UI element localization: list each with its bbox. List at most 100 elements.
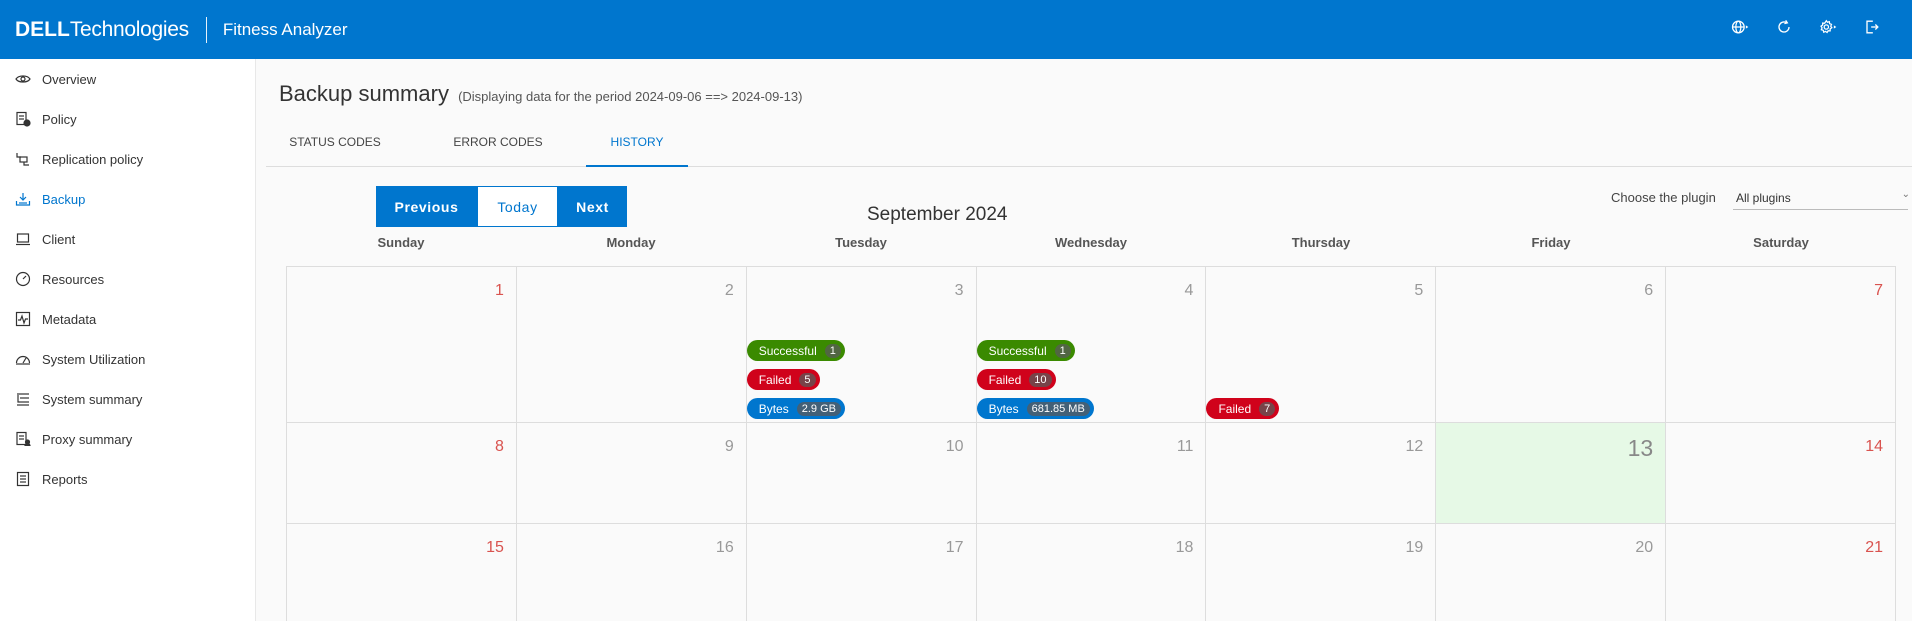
- refresh-icon: [1774, 17, 1794, 42]
- sidebar-item-reports[interactable]: Reports: [0, 459, 255, 499]
- day-number: 16: [715, 539, 734, 556]
- logo-brand: DELL: [15, 17, 70, 41]
- calendar-day[interactable]: 3 Successful 1 Failed 5 Bytes 2.9 GB: [746, 267, 977, 423]
- sidebar: Overview Policy Replication policy Backu…: [0, 59, 256, 621]
- chevron-down-icon: ⌄: [1901, 189, 1910, 200]
- bytes-badge[interactable]: Bytes 681.85 MB: [976, 398, 1094, 419]
- tab-status-codes[interactable]: STATUS CODES: [280, 125, 390, 167]
- calendar-day[interactable]: 1: [287, 267, 517, 423]
- calendar-day[interactable]: 19: [1206, 524, 1437, 621]
- badge-count: 1: [824, 343, 841, 358]
- calendar-week: 15 16 17 18 19 20 21: [287, 524, 1897, 621]
- calendar-day[interactable]: 12: [1206, 423, 1437, 524]
- globe-icon: [1730, 17, 1750, 42]
- calendar-day[interactable]: 14: [1666, 423, 1897, 524]
- eye-icon: [15, 71, 31, 87]
- day-number: 11: [1176, 438, 1194, 455]
- day-number: 7: [1874, 282, 1884, 299]
- calendar-day[interactable]: 20: [1436, 524, 1667, 621]
- sidebar-item-overview[interactable]: Overview: [0, 59, 255, 99]
- day-number: 1: [494, 282, 504, 299]
- sidebar-item-label: Resources: [42, 271, 105, 287]
- sidebar-item-proxy-summary[interactable]: Proxy summary: [0, 419, 255, 459]
- sidebar-item-label: System summary: [42, 391, 143, 407]
- calendar-day-today[interactable]: 13: [1436, 423, 1667, 524]
- day-number: 20: [1635, 539, 1654, 556]
- tab-bar: STATUS CODES ERROR CODES HISTORY: [266, 125, 1912, 167]
- day-number: 13: [1627, 435, 1654, 461]
- successful-badge[interactable]: Successful 1: [746, 340, 845, 361]
- page-title: Backup summary (Displaying data for the …: [279, 81, 802, 107]
- plugin-select-label: Choose the plugin: [1611, 190, 1716, 205]
- day-number: 21: [1865, 539, 1884, 556]
- settings-menu-button[interactable]: [1806, 0, 1850, 59]
- next-button[interactable]: Next: [558, 186, 627, 227]
- logout-button[interactable]: [1850, 0, 1894, 59]
- sidebar-item-policy[interactable]: Policy: [0, 99, 255, 139]
- badge-label: Bytes: [988, 401, 1019, 416]
- weekday-header-row: Sunday Monday Tuesday Wednesday Thursday…: [286, 235, 1896, 259]
- list-tree-icon: [15, 391, 31, 407]
- bytes-badge[interactable]: Bytes 2.9 GB: [746, 398, 845, 419]
- tab-error-codes[interactable]: ERROR CODES: [446, 125, 550, 167]
- weekday-header: Tuesday: [835, 235, 887, 250]
- day-number: 3: [954, 282, 964, 299]
- gauge-icon: [15, 271, 31, 287]
- sidebar-item-label: System Utilization: [42, 351, 146, 367]
- day-number: 5: [1414, 282, 1424, 299]
- previous-button[interactable]: Previous: [376, 186, 477, 227]
- sidebar-item-metadata[interactable]: Metadata: [0, 299, 255, 339]
- report-icon: [15, 471, 31, 487]
- calendar-day[interactable]: 21: [1666, 524, 1897, 621]
- badge-label: Successful: [988, 343, 1047, 358]
- calendar-day[interactable]: 17: [746, 524, 977, 621]
- failed-badge[interactable]: Failed 5: [746, 369, 820, 390]
- dell-technologies-logo[interactable]: DELL Technologies: [15, 18, 189, 42]
- badge-label: Bytes: [758, 401, 789, 416]
- successful-badge[interactable]: Successful 1: [976, 340, 1075, 361]
- calendar-day[interactable]: 11: [976, 423, 1207, 524]
- calendar-grid: 1 2 3 Successful 1 Failed 5 Bytes 2.9 GB 4 …: [286, 266, 1897, 621]
- badge-count: 7: [1259, 401, 1276, 416]
- calendar-day[interactable]: 16: [516, 524, 747, 621]
- refresh-button[interactable]: [1762, 0, 1806, 59]
- calendar-month-title: September 2024: [867, 204, 1008, 225]
- calendar-day[interactable]: 7: [1666, 267, 1897, 423]
- failed-badge[interactable]: Failed 10: [976, 369, 1056, 390]
- calendar-week: 8 9 10 11 12 13 14: [287, 423, 1897, 524]
- day-number: 9: [724, 438, 734, 455]
- calendar-day[interactable]: 8: [287, 423, 517, 524]
- sidebar-item-resources[interactable]: Resources: [0, 259, 255, 299]
- calendar-day[interactable]: 18: [976, 524, 1207, 621]
- badge-count: 1: [1054, 343, 1071, 358]
- today-button[interactable]: Today: [477, 186, 558, 227]
- day-number: 14: [1865, 438, 1884, 455]
- calendar-day[interactable]: 15: [287, 524, 517, 621]
- calendar-day[interactable]: 6: [1436, 267, 1667, 423]
- sidebar-item-label: Metadata: [42, 311, 97, 327]
- language-menu-button[interactable]: [1718, 0, 1762, 59]
- weekday-header: Friday: [1531, 235, 1571, 250]
- day-number: 15: [486, 539, 504, 556]
- sidebar-item-label: Proxy summary: [42, 431, 133, 447]
- day-number: 8: [494, 438, 504, 455]
- sidebar-item-label: Reports: [42, 471, 88, 487]
- calendar-day[interactable]: 5 Failed 7: [1206, 267, 1437, 423]
- sidebar-item-backup[interactable]: Backup: [0, 179, 255, 219]
- sidebar-item-client[interactable]: Client: [0, 219, 255, 259]
- day-number: 10: [945, 438, 964, 455]
- badge-count: 5: [799, 372, 816, 387]
- policy-icon: [15, 111, 31, 127]
- calendar-day[interactable]: 2: [516, 267, 747, 423]
- plugin-select[interactable]: All plugins ⌄: [1733, 188, 1910, 210]
- calendar-day[interactable]: 9: [516, 423, 747, 524]
- sidebar-item-system-summary[interactable]: System summary: [0, 379, 255, 419]
- app-header: DELL Technologies Fitness Analyzer: [0, 0, 1912, 59]
- failed-badge[interactable]: Failed 7: [1206, 398, 1280, 419]
- tab-history[interactable]: HISTORY: [586, 125, 688, 167]
- sidebar-item-replication-policy[interactable]: Replication policy: [0, 139, 255, 179]
- calendar-nav-buttons: Previous Today Next: [376, 186, 627, 227]
- sidebar-item-system-utilization[interactable]: System Utilization: [0, 339, 255, 379]
- calendar-day[interactable]: 4 Successful 1 Failed 10 Bytes 681.85 MB: [976, 267, 1207, 423]
- calendar-day[interactable]: 10: [746, 423, 977, 524]
